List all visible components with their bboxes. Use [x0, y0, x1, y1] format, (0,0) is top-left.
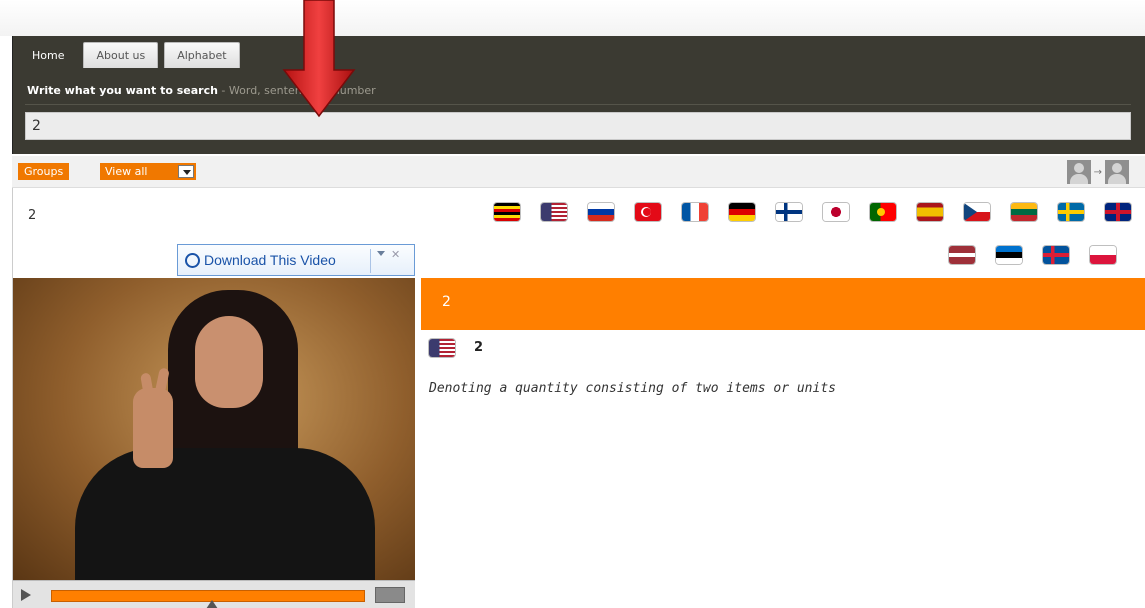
filter-bar: Groups View all →: [12, 156, 1145, 188]
flag-russia-icon[interactable]: [588, 203, 614, 221]
tab-home[interactable]: Home: [19, 42, 78, 68]
nav-tabs: Home About us Alphabet: [19, 42, 240, 68]
result-header: 2: [421, 278, 1145, 330]
flag-turkey-icon[interactable]: [635, 203, 661, 221]
flag-finland-icon[interactable]: [776, 203, 802, 221]
header: Home About us Alphabet Write what you wa…: [12, 36, 1145, 154]
play-icon[interactable]: [21, 589, 31, 601]
flag-sweden-icon[interactable]: [1058, 203, 1084, 221]
flag-japan-icon[interactable]: [823, 203, 849, 221]
video-frame-hand: [133, 388, 173, 468]
download-video-button[interactable]: Download This Video ✕: [177, 244, 415, 276]
definition-text: Denoting a quantity consisting of two it…: [429, 381, 836, 396]
groups-button[interactable]: Groups: [18, 163, 70, 180]
definition-word: 2: [474, 340, 484, 355]
tab-alphabet[interactable]: Alphabet: [164, 42, 240, 68]
flag-poland-icon[interactable]: [1090, 246, 1116, 264]
fullscreen-icon[interactable]: [375, 587, 405, 603]
flag-lithuania-icon[interactable]: [1011, 203, 1037, 221]
avatar-icon: [1066, 160, 1091, 184]
word-title: 2: [28, 208, 37, 223]
download-icon: [185, 253, 200, 268]
flag-usa-icon: [429, 339, 455, 357]
download-label: Download This Video: [204, 252, 336, 268]
flag-estonia-icon[interactable]: [996, 246, 1022, 264]
tab-about-us[interactable]: About us: [83, 42, 159, 68]
user-switch[interactable]: →: [1066, 160, 1129, 184]
flag-latvia-icon[interactable]: [949, 246, 975, 264]
search-input[interactable]: [25, 112, 1131, 140]
flag-czech-republic-icon[interactable]: [964, 203, 990, 221]
flag-germany-icon[interactable]: [729, 203, 755, 221]
sign-video[interactable]: [13, 278, 415, 580]
arrow-right-icon: →: [1093, 166, 1102, 178]
flag-spain-icon[interactable]: [917, 203, 943, 221]
search-label-main: Write what you want to search: [27, 84, 218, 97]
flag-uganda-icon[interactable]: [494, 203, 520, 221]
flag-portugal-icon[interactable]: [870, 203, 896, 221]
red-arrow-icon: [282, 0, 356, 118]
header-divider: [25, 104, 1131, 105]
chevron-down-icon[interactable]: [178, 165, 194, 178]
flag-france-icon[interactable]: [682, 203, 708, 221]
view-all-label: View all: [105, 165, 148, 178]
video-controls: [13, 580, 415, 608]
flag-iceland-icon[interactable]: [1043, 246, 1069, 264]
progress-handle[interactable]: [206, 600, 218, 608]
video-frame-body: [75, 448, 375, 580]
divider: [370, 249, 371, 273]
avatar-icon: [1105, 160, 1129, 184]
flag-united-kingdom-icon[interactable]: [1105, 203, 1131, 221]
page: Home About us Alphabet Write what you wa…: [0, 0, 1145, 608]
chevron-down-icon[interactable]: [377, 251, 385, 256]
video-frame-face: [195, 316, 263, 408]
result-word: 2: [442, 294, 451, 310]
top-fade: [0, 0, 1145, 36]
flag-usa-icon[interactable]: [541, 203, 567, 221]
view-all-select[interactable]: View all: [100, 163, 196, 180]
close-icon[interactable]: ✕: [391, 248, 400, 261]
